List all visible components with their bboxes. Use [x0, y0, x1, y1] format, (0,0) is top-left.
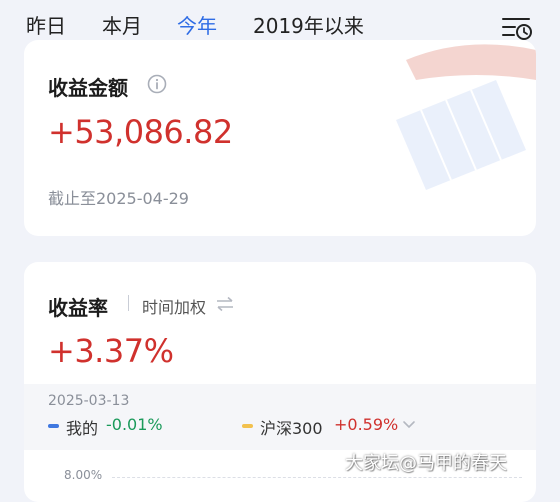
decorative-illustration: [396, 44, 536, 190]
info-icon[interactable]: [147, 74, 167, 94]
calendar-clock-filter-icon[interactable]: [500, 14, 534, 42]
y-axis-tick-top: 8.00%: [64, 468, 103, 482]
watermark: 大家坛@马甲的春天: [345, 453, 507, 474]
legend-value-benchmark: +0.59%: [334, 415, 399, 434]
legend-value-mine: -0.01%: [106, 415, 163, 434]
calc-method-label[interactable]: 时间加权: [142, 294, 206, 318]
legend-marker-mine: [48, 424, 59, 428]
as-of-date: 截止至2025-04-29: [48, 189, 189, 208]
income-title: 收益金额: [48, 76, 128, 100]
legend-name-benchmark[interactable]: 沪深300: [260, 415, 323, 439]
tab-this-year[interactable]: 今年: [177, 10, 217, 39]
income-amount-card: 收益金额 +53,086.82 截止至2025-04-29: [24, 40, 536, 236]
legend-marker-benchmark: [242, 424, 253, 428]
return-rate-value: +3.37%: [48, 332, 174, 370]
tab-since-2019[interactable]: 2019年以来: [253, 10, 364, 39]
chart-gridline: [112, 477, 522, 478]
swap-icon[interactable]: [215, 296, 235, 312]
tab-this-month[interactable]: 本月: [102, 10, 142, 39]
income-value: +53,086.82: [48, 113, 233, 151]
legend-name-mine: 我的: [66, 419, 99, 438]
title-divider: [128, 295, 129, 311]
tab-yesterday[interactable]: 昨日: [26, 10, 66, 39]
return-rate-title: 收益率: [48, 296, 108, 320]
tooltip-date: 2025-03-13: [48, 393, 130, 409]
chevron-down-icon[interactable]: [402, 420, 416, 430]
